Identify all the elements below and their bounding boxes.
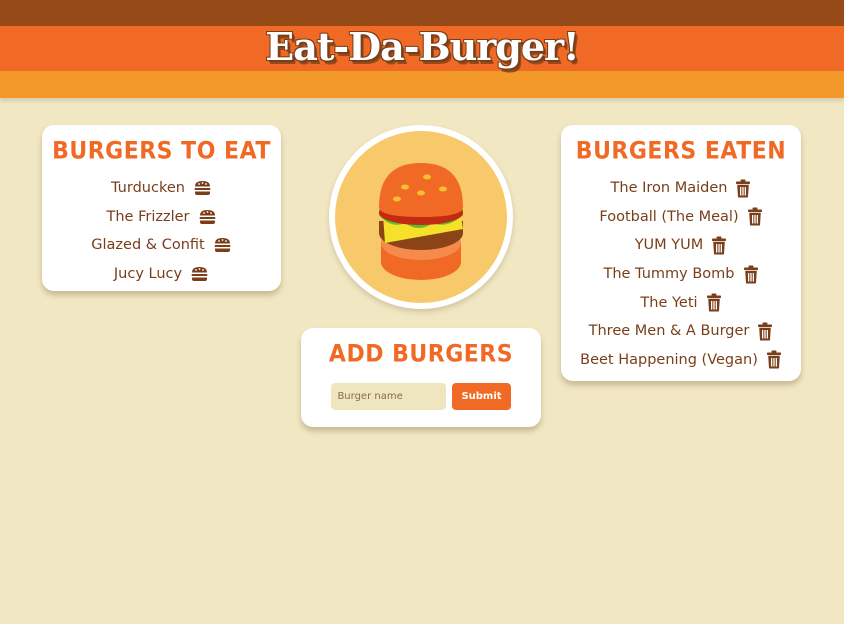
to-eat-item-label: Turducken <box>111 180 185 197</box>
eaten-list-item: The Tummy Bomb <box>561 260 801 289</box>
app-logo: Eat-Da-Burger! <box>265 24 579 69</box>
eaten-list-item: YUM YUM <box>561 231 801 260</box>
add-burgers-card: Add Burgers Submit <box>301 328 541 427</box>
eaten-list-item: Beet Happening (Vegan) <box>561 346 801 375</box>
burger-icon <box>213 237 232 253</box>
trash-icon <box>743 265 759 284</box>
header-band-dark <box>0 0 844 26</box>
hero-circle <box>335 131 507 303</box>
eaten-item-label: Three Men & A Burger <box>588 323 750 340</box>
burgers-to-eat-card: Burgers To Eat Turducken The Frizzler Glaz… <box>42 125 281 291</box>
eaten-item-label: YUM YUM <box>634 237 704 254</box>
trash-icon <box>747 207 763 226</box>
delete-button[interactable] <box>711 236 727 255</box>
devour-button[interactable] <box>193 180 212 196</box>
eaten-list-item: The Iron Maiden <box>561 174 801 203</box>
eaten-list-item: The Yeti <box>561 288 801 317</box>
trash-icon <box>711 236 727 255</box>
eaten-item-label: Beet Happening (Vegan) <box>580 351 758 368</box>
burger-icon <box>193 180 212 196</box>
delete-button[interactable] <box>743 265 759 284</box>
hero-burger-image <box>329 125 513 309</box>
burger-name-input[interactable] <box>331 383 447 410</box>
add-burgers-title: Add Burgers <box>328 341 514 368</box>
header-band-light <box>0 71 844 98</box>
delete-button[interactable] <box>706 293 722 312</box>
submit-button[interactable]: Submit <box>452 383 511 410</box>
add-burger-form: Submit <box>301 383 541 410</box>
eaten-item-label: The Tummy Bomb <box>603 266 735 283</box>
to-eat-item-label: The Frizzler <box>106 208 190 225</box>
trash-icon <box>706 293 722 312</box>
burgers-to-eat-list: Turducken The Frizzler Glazed & Confit Jucy… <box>42 174 281 288</box>
delete-button[interactable] <box>735 179 751 198</box>
burgers-to-eat-title: Burgers To Eat <box>52 138 271 165</box>
devour-button[interactable] <box>190 266 209 282</box>
eaten-list-item: Football (The Meal) <box>561 203 801 232</box>
delete-button[interactable] <box>757 322 773 341</box>
to-eat-list-item: Turducken <box>42 174 281 203</box>
burger-icon <box>190 266 209 282</box>
burgers-eaten-list: The Iron Maiden Football (The Meal) YUM YU… <box>561 174 801 374</box>
trash-icon <box>766 350 782 369</box>
burger-icon <box>198 209 217 225</box>
to-eat-list-item: Glazed & Confit <box>42 231 281 260</box>
delete-button[interactable] <box>747 207 763 226</box>
devour-button[interactable] <box>213 237 232 253</box>
devour-button[interactable] <box>198 209 217 225</box>
trash-icon <box>735 179 751 198</box>
burgers-eaten-title: Burgers Eaten <box>575 138 787 165</box>
trash-icon <box>757 322 773 341</box>
delete-button[interactable] <box>766 350 782 369</box>
to-eat-item-label: Jucy Lucy <box>113 266 183 283</box>
burgers-eaten-card: Burgers Eaten The Iron Maiden Football (T… <box>561 125 801 381</box>
burger-illustration-icon <box>379 163 463 280</box>
eaten-item-label: Football (The Meal) <box>599 208 739 225</box>
eaten-list-item: Three Men & A Burger <box>561 317 801 346</box>
header: Eat-Da-Burger! <box>0 0 844 98</box>
to-eat-list-item: The Frizzler <box>42 203 281 232</box>
eaten-item-label: The Yeti <box>640 294 698 311</box>
eaten-item-label: The Iron Maiden <box>610 180 728 197</box>
to-eat-item-label: Glazed & Confit <box>91 237 205 254</box>
to-eat-list-item: Jucy Lucy <box>42 260 281 289</box>
